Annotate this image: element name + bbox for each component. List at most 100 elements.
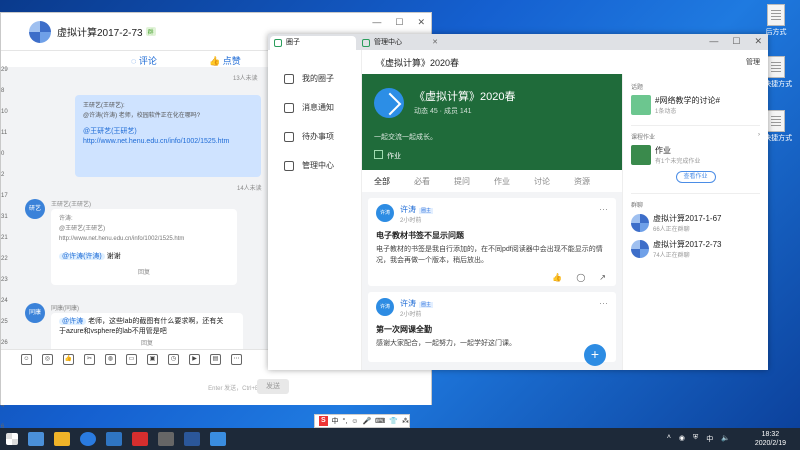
tab-management[interactable]: 管理中心 ✕ [358,36,442,50]
feed: 《虚拟计算》2020春 动态 45 · 成员 141 一起交流一起成长。 作业 … [362,74,622,370]
vscode-icon[interactable] [106,432,122,446]
avatar[interactable]: 研艺 [25,199,45,219]
screenshot-icon[interactable]: ◍ [105,354,116,365]
desktop-shortcut-1[interactable]: 后方式 [752,4,800,37]
group-chat-item[interactable]: 虚拟计算2017-2-73 74人正在群聊 [631,239,760,259]
reply-button[interactable]: 回复 [59,339,235,349]
chevron-up-icon[interactable]: ˄ [667,434,671,444]
window-controls: — ☐ ✕ [709,36,762,47]
maximize-icon[interactable]: ☐ [395,17,403,28]
manage-button[interactable]: 管理 [746,57,760,67]
emoji-icon[interactable]: ☺ [351,418,358,425]
mention[interactable]: @王研艺(王研艺) [83,127,253,137]
grid-icon[interactable]: ⁂ [402,417,409,425]
close-icon[interactable]: ✕ [754,36,762,47]
clock-icon [284,131,294,142]
browser-icon[interactable] [80,432,96,446]
close-icon[interactable]: ✕ [417,17,425,28]
avatar[interactable]: 同康 [25,303,45,323]
like-icon[interactable]: 👍 [552,273,562,282]
mention[interactable]: @许涛 [59,318,87,325]
input-language[interactable]: 中 [706,434,713,444]
share-icon[interactable]: ↗ [599,273,606,282]
circle-app-icon[interactable] [210,432,226,446]
calculator-icon[interactable] [158,432,174,446]
start-icon[interactable] [6,433,18,445]
video-icon[interactable]: ▶ [189,354,200,365]
minimize-icon[interactable]: — [709,36,718,47]
tab-like[interactable]: 👍 点赞 [209,54,241,67]
mention[interactable]: @许涛(许涛) [59,253,105,260]
close-tab-icon[interactable]: ✕ [432,36,438,50]
homework-item[interactable]: 作业 有1个未完成作业 [631,145,760,165]
file-icon[interactable]: ▤ [210,354,221,365]
emoji-icon[interactable]: ☺ [21,354,32,365]
filter-discussion[interactable]: 讨论 [522,176,562,187]
message-text: 老师，这些lab的截图有什么要求啊，还有关 [88,318,224,325]
homework-title: 作业 [655,146,671,155]
filter-all[interactable]: 全部 [362,176,402,187]
skin-icon[interactable]: 👕 [389,417,398,425]
read-count: 14人未读 [237,186,262,192]
history-icon[interactable]: ◷ [168,354,179,365]
more-icon[interactable]: ⋯ [599,298,608,309]
app-icon[interactable] [132,432,148,446]
mic-icon[interactable]: 🎤 [362,417,371,425]
ime-language[interactable]: 中 [332,416,339,426]
sogou-icon[interactable]: S [319,416,328,426]
message-link[interactable]: http://www.net.henu.edu.cn/info/1002/152… [83,137,253,147]
tab-circle[interactable]: 圈子 [270,36,356,50]
network-icon[interactable]: ◉ [679,434,685,444]
timeline-marker: 31 [1,214,8,220]
filter-resources[interactable]: 资源 [562,176,602,187]
reply-button[interactable]: 回复 [59,268,229,278]
homework-thumbnail [631,145,651,165]
ime-toolbar[interactable]: S 中 °, ☺ 🎤 ⌨ 👕 ⁂ [314,414,410,428]
post-card[interactable]: 许涛 许涛 圈主 2小时前 ⋯ 电子教材书签不显示问题 电子教材的书签是我自行添加… [368,198,616,286]
add-post-button[interactable]: + [584,344,606,366]
minimize-icon[interactable]: — [372,17,381,28]
filter-homework[interactable]: 作业 [482,176,522,187]
group-avatar[interactable] [29,20,51,43]
sidebar-item-my-circles[interactable]: 我的圈子 [268,64,361,93]
topic-item[interactable]: #网络教学的讨论# 1条动态 [631,95,760,115]
filter-must-read[interactable]: 必看 [402,176,442,187]
maximize-icon[interactable]: ☐ [732,36,740,47]
message-input[interactable]: Enter 发送，Ctrl+Enter 换行 发送 [1,369,431,405]
more-icon[interactable]: ⋯ [231,354,242,365]
scissors-icon[interactable]: ✂ [84,354,95,365]
comment-icon[interactable]: ◯ [576,273,585,282]
sidebar-item-notifications[interactable]: 消息通知 [268,93,361,122]
view-homework-button[interactable]: 查看作业 [675,171,716,183]
homework-section-label: 课程作业 › [631,132,760,141]
filter-questions[interactable]: 提问 [442,176,482,187]
file-explorer-icon[interactable] [54,432,70,446]
sidebar-item-todo[interactable]: 待办事项 [268,122,361,151]
shield-icon[interactable]: ⛨ [693,434,698,444]
clock[interactable]: 18:32 2020/2/19 [755,430,786,448]
sidebar-item-management[interactable]: 管理中心 [268,151,361,180]
group-chat-item[interactable]: 虚拟计算2017-1-67 66人正在群聊 [631,213,760,233]
post-card[interactable]: 许涛 许涛 圈主 2小时前 ⋯ 第一次网课全勤 感谢大家配合，一起努力，一起学好这… [368,292,616,362]
banner-homework-link[interactable]: 作业 [374,150,401,161]
task-view-icon[interactable] [28,432,44,446]
circle-banner: 《虚拟计算》2020春 动态 45 · 成员 141 一起交流一起成长。 作业 [362,74,622,170]
message-bubble-self[interactable]: 王研艺(王研艺): @许涛(许涛) 老师，校园软件正在化在哪吗? @王研艺(王研… [75,95,261,177]
send-button[interactable]: 发送 [257,379,289,394]
topic-title: #网络教学的讨论# [655,96,720,105]
window-controls: — ☐ ✕ [372,17,425,28]
word-icon[interactable] [184,432,200,446]
chevron-right-icon[interactable]: › [758,132,760,138]
volume-icon[interactable]: 🔈 [721,434,730,444]
post-avatar[interactable]: 许涛 [376,204,394,222]
more-icon[interactable]: ⋯ [599,204,608,215]
like-icon[interactable]: 👍 [63,354,74,365]
punctuation-icon[interactable]: °, [343,418,348,425]
tab-comment[interactable]: ◌ 评论 [131,54,157,67]
post-avatar[interactable]: 许涛 [376,298,394,316]
message-bubble[interactable]: 许涛: @王研艺(王研艺) http://www.net.henu.edu.cn… [51,209,237,285]
keyboard-icon[interactable]: ⌨ [375,417,385,425]
folder-icon[interactable]: ▭ [126,354,137,365]
sticker-icon[interactable]: ◎ [42,354,53,365]
image-icon[interactable]: ▣ [147,354,158,365]
